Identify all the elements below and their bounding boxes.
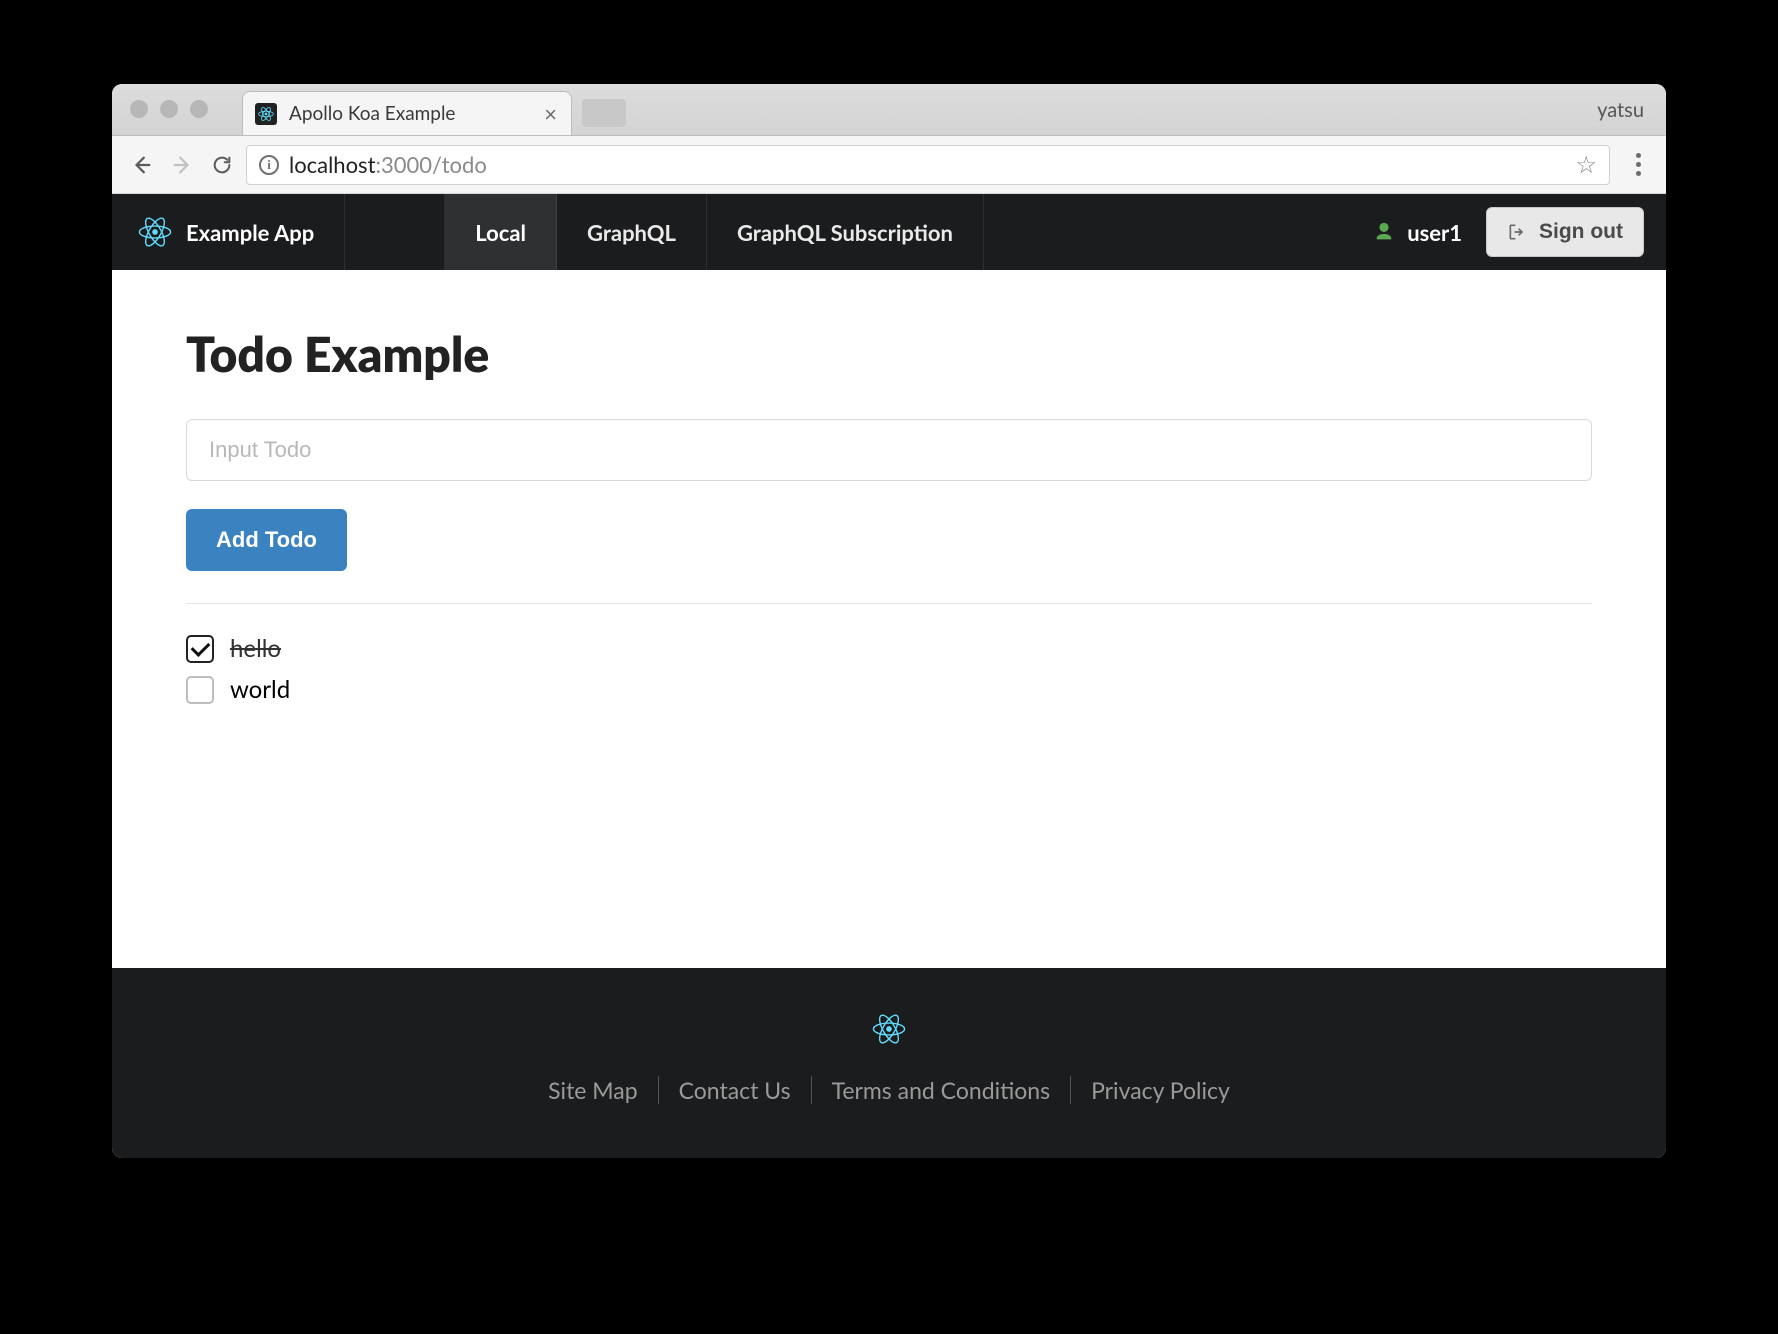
main: Todo Example Add Todo hello world [112,270,1666,968]
todo-checkbox[interactable] [186,676,214,704]
react-icon [872,1012,906,1046]
url-host: localhost [289,151,375,178]
back-button[interactable] [126,149,158,181]
tab-close-icon[interactable]: × [544,103,557,125]
todo-item: world [186,669,1592,710]
sign-out-button[interactable]: Sign out [1486,207,1644,257]
tab-favicon [255,103,277,125]
brand-label: Example App [186,219,314,246]
window-controls [130,100,208,118]
react-icon [258,106,274,122]
brand[interactable]: Example App [112,194,345,270]
react-icon [138,215,172,249]
footer-link-terms[interactable]: Terms and Conditions [811,1076,1071,1104]
reload-button[interactable] [206,149,238,181]
tab-title: Apollo Koa Example [289,102,532,125]
reload-icon [211,154,233,176]
user-label: user1 [1407,219,1462,246]
footer: Site Map Contact Us Terms and Conditions… [112,968,1666,1158]
window-close-dot[interactable] [130,100,148,118]
window-minimize-dot[interactable] [160,100,178,118]
divider [186,603,1592,604]
chrome-tab-strip: Apollo Koa Example × yatsu [112,84,1666,136]
url-path: :3000/todo [375,151,486,178]
footer-link-contact-us[interactable]: Contact Us [658,1076,811,1104]
todo-text: hello [230,634,281,663]
footer-link-privacy[interactable]: Privacy Policy [1070,1076,1250,1104]
add-todo-button[interactable]: Add Todo [186,509,347,571]
sign-out-label: Sign out [1539,220,1623,244]
current-user[interactable]: user1 [1373,219,1462,246]
todo-text: world [230,675,290,704]
window-maximize-dot[interactable] [190,100,208,118]
chrome-toolbar: i localhost:3000/todo ☆ [112,136,1666,194]
forward-button[interactable] [166,149,198,181]
todo-input[interactable] [186,419,1592,481]
sign-out-icon [1507,222,1527,242]
new-tab-button[interactable] [582,99,626,127]
site-info-icon[interactable]: i [259,155,279,175]
todo-list: hello world [186,628,1592,710]
todo-checkbox[interactable] [186,635,214,663]
nav-item-local[interactable]: Local [445,194,557,270]
browser-tab[interactable]: Apollo Koa Example × [242,91,572,135]
profile-name[interactable]: yatsu [1597,98,1644,122]
address-bar[interactable]: i localhost:3000/todo ☆ [246,145,1610,185]
bookmark-star-icon[interactable]: ☆ [1575,150,1597,179]
footer-links: Site Map Contact Us Terms and Conditions… [528,1076,1250,1104]
todo-item: hello [186,628,1592,669]
nav-item-graphql[interactable]: GraphQL [557,194,707,270]
arrow-left-icon [131,154,153,176]
chrome-menu-button[interactable] [1624,153,1652,176]
browser-window: Apollo Koa Example × yatsu i localhost:3… [112,84,1666,1158]
app-nav: Example App Local GraphQL GraphQL Subscr… [112,194,1666,270]
user-icon [1373,221,1395,243]
page-title: Todo Example [186,326,1592,383]
nav-item-graphql-subscription[interactable]: GraphQL Subscription [707,194,984,270]
arrow-right-icon [171,154,193,176]
page-content: Example App Local GraphQL GraphQL Subscr… [112,194,1666,1158]
footer-link-site-map[interactable]: Site Map [528,1076,657,1104]
